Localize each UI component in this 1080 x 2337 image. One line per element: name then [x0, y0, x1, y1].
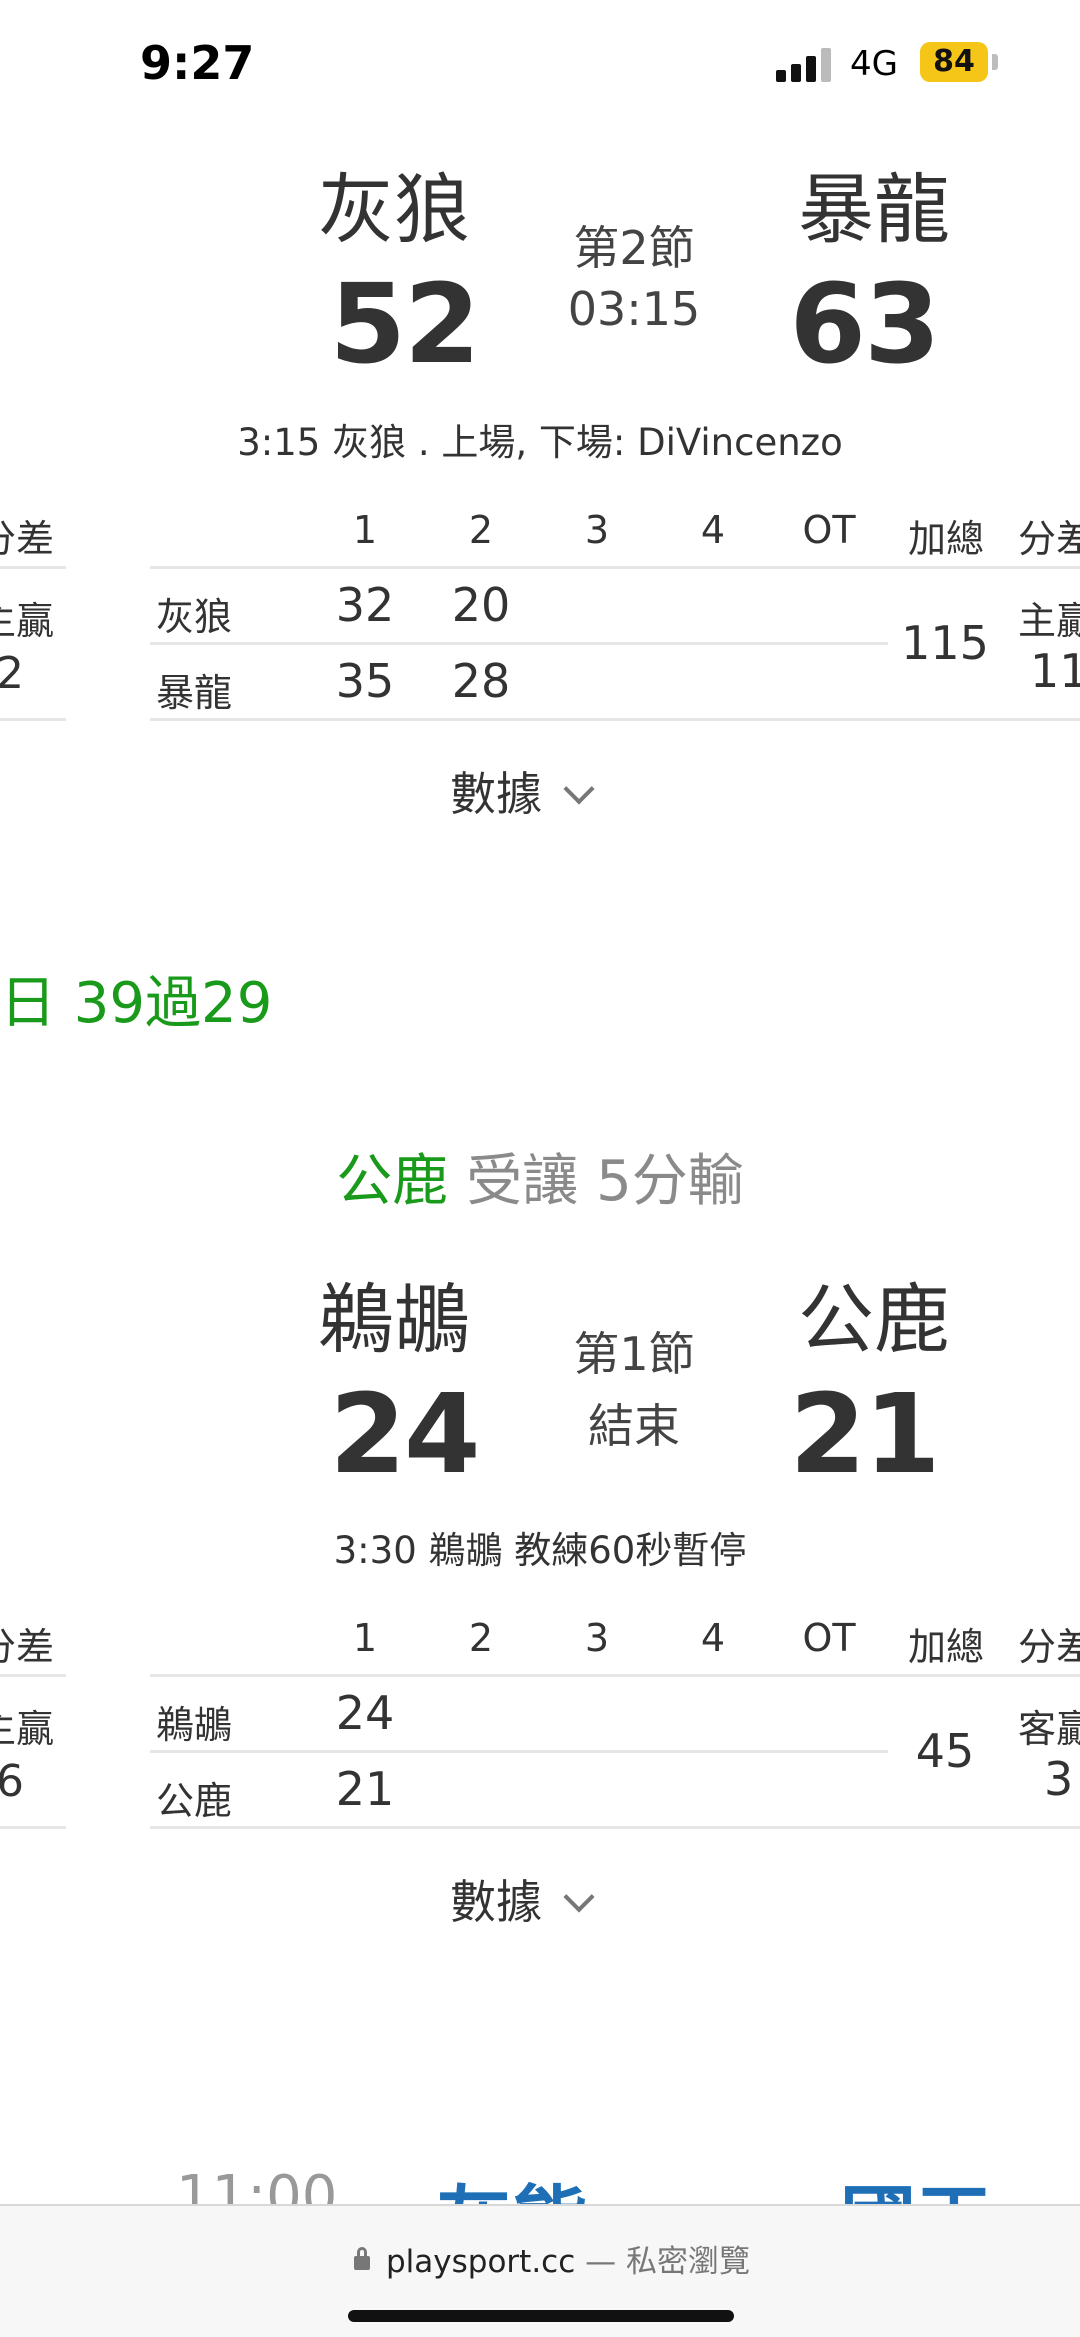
home-team-name[interactable]: 公鹿	[744, 1258, 1004, 1368]
prev-diff-result: 主贏	[0, 1707, 55, 1751]
next-game-home-team[interactable]: 灰熊	[436, 2160, 588, 2204]
home-team-name[interactable]: 暴龍	[744, 148, 1004, 258]
handicap-result: 受讓 5分輸	[466, 1149, 744, 1214]
network-type: 4G	[850, 44, 898, 84]
quarter-header-1: 1	[352, 508, 378, 552]
quarter-header-4: 4	[700, 1616, 726, 1660]
diff-result: 主贏	[1018, 599, 1080, 643]
handicap-team: 公鹿	[336, 1149, 449, 1214]
away-q1: 24	[335, 1686, 395, 1740]
prev-diff-value: 6	[0, 1756, 24, 1807]
quarter-header-total: 加總	[907, 1625, 984, 1669]
table-away-name: 灰狼	[156, 595, 233, 639]
divider	[150, 718, 1080, 721]
divider	[0, 1674, 66, 1677]
home-score: 21	[789, 1370, 940, 1498]
url-text[interactable]: playsport.cc — 私密瀏覽	[386, 2236, 750, 2281]
table-home-name: 公鹿	[156, 1779, 233, 1823]
quarter-header-4: 4	[700, 508, 726, 552]
prev-diff-result: 主贏	[0, 599, 55, 643]
home-q1: 35	[335, 654, 395, 708]
stats-toggle-label: 數據	[450, 767, 542, 821]
away-q2: 20	[451, 578, 511, 632]
prev-diff-header: 分差	[0, 1625, 55, 1669]
stats-toggle-button[interactable]: 數據	[450, 758, 595, 824]
divider	[150, 1674, 1080, 1677]
next-game-time: 11:00	[176, 2164, 338, 2204]
chevron-down-icon	[563, 1881, 595, 1913]
quarter-header-ot: OT	[802, 1616, 856, 1660]
diff-value: 11	[1030, 644, 1080, 698]
prev-diff-header: 分差	[0, 517, 55, 561]
game-clock: 結束	[588, 1399, 680, 1453]
signal-strength-icon	[776, 46, 836, 82]
divider	[150, 1826, 1080, 1829]
private-mode-label: — 私密瀏覽	[585, 2244, 750, 2280]
next-game-away-team[interactable]: 國王	[840, 2160, 992, 2204]
diff-value: 3	[1044, 1752, 1074, 1806]
total-points: 45	[915, 1724, 975, 1778]
prev-diff-value: 2	[0, 648, 24, 699]
play-by-play-event: 3:30 鵜鶘 教練60秒暫停	[333, 1529, 747, 1572]
home-indicator[interactable]	[348, 2310, 734, 2322]
play-by-play-event: 3:15 灰狼 . 上場, 下場: DiVincenzo	[237, 421, 843, 464]
away-team-name[interactable]: 鵜鶘	[264, 1258, 524, 1368]
home-q1: 21	[335, 1762, 395, 1816]
diff-result: 客贏	[1018, 1707, 1080, 1751]
battery-tip	[992, 54, 998, 70]
handicap-line: 公鹿 受讓 5分輸	[0, 1136, 1080, 1217]
quarter-header-3: 3	[584, 1616, 610, 1660]
quarter-header-2: 2	[468, 1616, 494, 1660]
chevron-down-icon	[563, 773, 595, 805]
game-period: 第1節	[573, 1327, 695, 1381]
home-q2: 28	[451, 654, 511, 708]
quarter-header-1: 1	[352, 1616, 378, 1660]
table-home-name: 暴龍	[156, 671, 233, 715]
away-score: 24	[329, 1370, 480, 1498]
game-clock: 03:15	[567, 282, 701, 336]
divider	[0, 1826, 66, 1829]
browser-address-bar[interactable]: playsport.cc — 私密瀏覽	[0, 2204, 1080, 2337]
total-points: 115	[901, 616, 989, 670]
divider	[150, 642, 888, 645]
table-away-name: 鵜鶘	[156, 1703, 233, 1747]
divider	[0, 718, 66, 721]
home-score: 63	[789, 260, 940, 388]
divider	[150, 566, 1080, 569]
quarter-header-3: 3	[584, 508, 610, 552]
stats-toggle-label: 數據	[450, 1875, 542, 1929]
lock-icon	[354, 2247, 370, 2270]
diff-header: 分差	[1018, 517, 1080, 561]
diff-header: 分差	[1018, 1625, 1080, 1669]
stats-toggle-button[interactable]: 數據	[450, 1866, 595, 1932]
divider	[150, 1750, 888, 1753]
prediction-record: 日 39過29	[0, 971, 273, 1036]
status-time: 9:27	[140, 36, 255, 90]
away-score: 52	[329, 260, 480, 388]
quarter-header-total: 加總	[907, 517, 984, 561]
url-domain: playsport.cc	[386, 2244, 576, 2280]
quarter-header-ot: OT	[802, 508, 856, 552]
divider	[0, 566, 66, 569]
game-period: 第2節	[573, 221, 695, 275]
away-team-name[interactable]: 灰狼	[264, 148, 524, 258]
away-q1: 32	[335, 578, 395, 632]
status-bar: 9:27 4G 84	[0, 0, 1080, 130]
quarter-header-2: 2	[468, 508, 494, 552]
battery-icon: 84	[920, 42, 988, 82]
